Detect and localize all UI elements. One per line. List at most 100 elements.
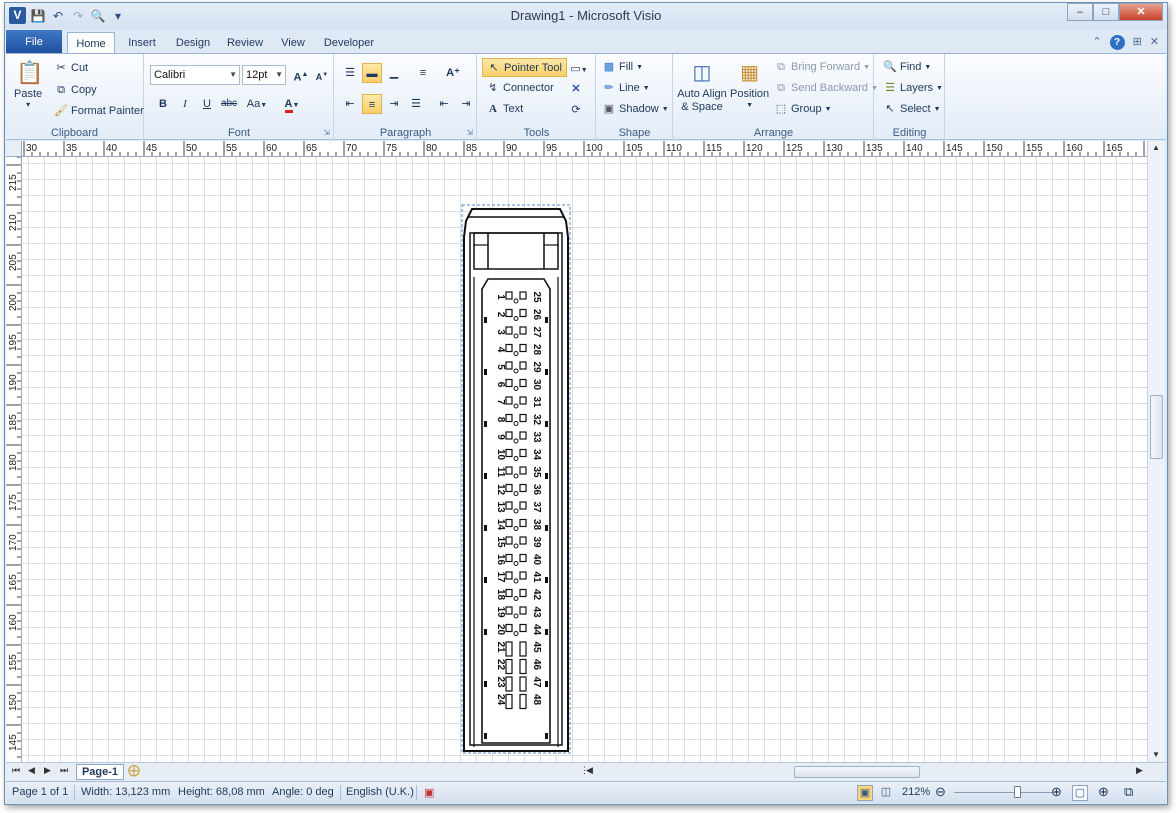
tab-home[interactable]: Home <box>67 32 115 54</box>
help-icon[interactable]: ? <box>1109 35 1125 50</box>
drawing-canvas[interactable]: 1 25 2 26 3 27 4 28 5 29 6 30 7 31 8 32 9 33 10 34 11 35 12 36 1… <box>22 157 1147 762</box>
insert-page-icon[interactable]: ⨁ <box>128 763 140 777</box>
copy-button[interactable]: ⧉ Copy <box>54 83 97 97</box>
rotate-icon[interactable]: ⟳ <box>566 100 586 120</box>
tab-page-1[interactable]: Page-1 <box>76 764 124 780</box>
macro-record-icon[interactable]: ▣ <box>424 786 434 799</box>
pin-cavity <box>505 291 513 300</box>
zoom-slider-thumb[interactable] <box>1014 786 1021 798</box>
next-page-icon[interactable]: ▶ <box>44 765 51 776</box>
scroll-down-icon[interactable]: ▼ <box>1148 748 1164 762</box>
status-width[interactable]: Width: 13,123 mm <box>81 786 170 798</box>
font-color-label: A <box>284 98 293 113</box>
last-page-icon[interactable]: ⏭ <box>60 765 68 776</box>
paste-dropdown-icon: ▾ <box>26 100 31 109</box>
close-doc-icon[interactable]: ✕ <box>1150 35 1159 50</box>
minimize-ribbon-icon[interactable]: ⌃ <box>1092 35 1101 50</box>
shadow-button[interactable]: ▣ Shadow ▼ <box>602 102 669 116</box>
status-page[interactable]: Page 1 of 1 <box>12 786 68 798</box>
increase-indent-icon[interactable]: ⇥ <box>456 94 476 114</box>
pin-label: 15 <box>495 536 506 548</box>
italic-button[interactable]: I <box>175 94 195 114</box>
zoom-level[interactable]: 212% <box>902 786 930 798</box>
decrease-indent-icon[interactable]: ⇤ <box>434 94 454 114</box>
tab-review[interactable]: Review <box>221 32 269 54</box>
status-angle[interactable]: Angle: 0 deg <box>272 786 334 798</box>
maximize-button[interactable]: □ <box>1093 3 1119 21</box>
tab-view[interactable]: View <box>275 32 311 54</box>
text-block-icon[interactable]: A⁺ <box>443 63 463 83</box>
pin-cavity <box>519 676 527 692</box>
pan-zoom-icon[interactable]: ⊕ <box>1098 784 1109 800</box>
switch-windows-icon[interactable]: ⧉ <box>1124 784 1133 800</box>
bold-button[interactable]: B <box>153 94 173 114</box>
dialog-launcher-icon[interactable]: ⇲ <box>323 128 330 137</box>
group-button[interactable]: ⬚ Group ▼ <box>774 102 832 116</box>
text-tool-button[interactable]: A Text <box>486 102 523 116</box>
align-top-icon[interactable]: ☰ <box>340 63 360 83</box>
align-middle-icon[interactable]: ▬ <box>362 63 382 83</box>
align-center-icon[interactable]: ≡ <box>362 94 382 114</box>
select-button[interactable]: ↖ Select ▼ <box>883 102 940 116</box>
scroll-right-icon[interactable]: ▶ <box>1136 765 1143 776</box>
prev-page-icon[interactable]: ◀ <box>28 765 35 776</box>
bring-forward-icon: ⧉ <box>777 61 785 73</box>
bring-forward-button[interactable]: ⧉ Bring Forward ▼ <box>774 60 870 74</box>
position-button[interactable]: ▦ Position ▼ <box>730 60 769 109</box>
change-case-button[interactable]: Aa▼ <box>243 94 271 114</box>
close-button[interactable]: ✕ <box>1119 3 1163 21</box>
minimize-button[interactable]: – <box>1067 3 1093 21</box>
zoom-in-icon[interactable]: ⊕ <box>1051 784 1062 800</box>
align-right-icon[interactable]: ⇥ <box>384 94 404 114</box>
status-height[interactable]: Height: 68,08 mm <box>178 786 265 798</box>
vertical-ruler[interactable]: 215 210 205 200 195 190 185 180 175 170 165 160 155 1… <box>6 157 22 762</box>
align-bottom-icon[interactable]: ▁ <box>384 63 404 83</box>
justify-icon[interactable]: ☰ <box>406 94 426 114</box>
auto-align-space-button[interactable]: ◫ Auto Align & Space <box>676 60 728 114</box>
pointer-tool-button[interactable]: ↖ Pointer Tool <box>482 58 567 77</box>
tab-design[interactable]: Design <box>168 32 218 54</box>
restore-doc-icon[interactable]: ⊞ <box>1133 35 1142 50</box>
horizontal-scroll-thumb[interactable] <box>794 766 920 778</box>
presentation-mode-icon[interactable]: ◫ <box>878 785 894 801</box>
zoom-out-icon[interactable]: ⊖ <box>935 784 946 800</box>
font-color-button[interactable]: A▼ <box>277 94 307 114</box>
tab-developer[interactable]: Developer <box>319 32 379 54</box>
connector-button[interactable]: ↯ Connector <box>486 81 553 95</box>
font-size-select[interactable]: 12pt ▼ <box>242 65 286 85</box>
layers-button[interactable]: ☰ Layers ▼ <box>883 81 943 95</box>
strikethrough-button[interactable]: abc <box>219 94 239 114</box>
line-button[interactable]: ✏ Line ▼ <box>602 81 649 95</box>
bullets-icon[interactable]: ≡ <box>413 63 433 83</box>
underline-button[interactable]: U <box>197 94 217 114</box>
full-screen-view-icon[interactable]: ▣ <box>857 785 873 801</box>
dialog-launcher-icon[interactable]: ⇲ <box>466 128 473 137</box>
fit-page-icon[interactable]: ▢ <box>1072 785 1088 801</box>
scroll-left-icon[interactable]: ◀ <box>586 765 593 776</box>
paste-button[interactable]: 📋 Paste ▾ <box>14 60 43 109</box>
tab-file[interactable]: File <box>6 30 62 54</box>
horizontal-ruler[interactable]: 30 35 40 45 50 55 60 65 70 75 80 85 90 95 100 105 110 115… <box>6 141 1151 157</box>
align-left-icon[interactable]: ⇤ <box>340 94 360 114</box>
vertical-scroll-thumb[interactable] <box>1150 395 1163 459</box>
first-page-icon[interactable]: ⏮ <box>12 765 20 776</box>
pin-dot <box>513 508 519 514</box>
grow-font-button[interactable]: A▲ <box>291 65 311 85</box>
format-painter-button[interactable]: 🖌 Format Painter <box>54 104 144 118</box>
font-family-select[interactable]: Calibri ▼ <box>150 65 240 85</box>
vertical-scrollbar[interactable]: ▲ ▼ <box>1147 141 1165 762</box>
ruler-corner[interactable] <box>6 141 22 157</box>
fill-label: Fill <box>619 61 634 73</box>
send-backward-button[interactable]: ⧉ Send Backward ▼ <box>774 81 878 95</box>
zoom-slider-track[interactable] <box>954 792 1054 793</box>
rectangle-shape-icon[interactable]: ▭▼ <box>566 59 592 79</box>
connection-point-icon[interactable]: ✕ <box>566 79 586 99</box>
find-button[interactable]: 🔍 Find ▼ <box>883 60 931 74</box>
cut-button[interactable]: ✂ Cut <box>54 61 88 75</box>
fill-button[interactable]: ▩ Fill ▼ <box>602 60 643 74</box>
scroll-up-icon[interactable]: ▲ <box>1148 141 1164 155</box>
shrink-font-button[interactable]: A▼ <box>312 65 332 85</box>
status-language[interactable]: English (U.K.) <box>346 786 414 798</box>
connector-drawing[interactable]: 1 25 2 26 3 27 4 28 5 29 6 30 7 31 8 32 9 33 10 34 11 35 12 36 1… <box>22 157 1147 762</box>
tab-insert[interactable]: Insert <box>119 32 165 54</box>
